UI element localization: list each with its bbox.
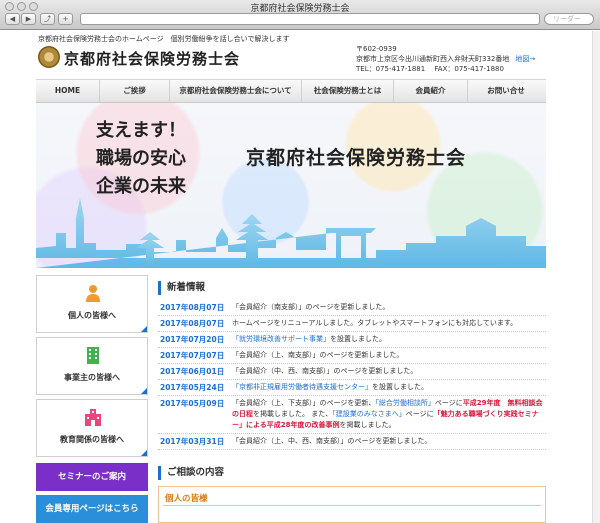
divider <box>163 505 541 506</box>
nav-members[interactable]: 会員紹介 <box>394 80 468 102</box>
hero-copy-line: 職場の安心 <box>96 148 186 169</box>
postal-code: 〒602-0939 <box>356 45 397 53</box>
news-text: 「会員紹介（中、西、南支部）」のページを更新しました。 <box>232 367 418 375</box>
news-text: 「就労環境改善サポート事業」を設置しました。 <box>232 334 546 345</box>
news-text-tail: を設置しました。 <box>330 335 386 343</box>
corner-arrow-icon <box>141 326 147 332</box>
consult-box: 個人の皆様 <box>158 486 546 523</box>
news-link[interactable]: 「京都非正規雇用労働者待遇支援センター」 <box>232 383 372 391</box>
news-text-tail: を設置しました。 <box>372 383 428 391</box>
news-date: 2017年03月31日 <box>160 437 225 446</box>
news-date: 2017年07月07日 <box>160 351 225 360</box>
news-text-part: を掲載しました。 <box>339 421 396 429</box>
consult-box-title: 個人の皆様 <box>165 494 208 504</box>
member-page-button[interactable]: 会員専用ページはこちら <box>36 495 148 523</box>
news-date: 2017年07月20日 <box>160 335 225 344</box>
main-nav: HOME ご挨拶 京都府社会保険労務士会について 社会保険労務士とは 会員紹介 … <box>36 79 546 103</box>
hero-copy-line: 支えます！ <box>96 120 186 141</box>
education-label: 教育関係の皆様へ <box>60 435 124 444</box>
browser-chrome: 京都府社会保険労務士会 ◀ ▶ ⤴ + リーダー <box>0 0 600 30</box>
corner-arrow-icon <box>141 388 147 394</box>
news-heading: 新着情報 <box>158 281 546 295</box>
reader-button[interactable]: リーダー <box>544 13 594 25</box>
new-tab-button[interactable]: + <box>58 13 73 25</box>
news-list: 2017年08月07日 「会員紹介（南支部）」のページを更新しました。 2017… <box>158 300 546 450</box>
news-item: 2017年07月07日 「会員紹介（上、南支部）」のページを更新しました。 <box>158 348 546 364</box>
site-header: 京都府社会保険労務士会のホームページ 個別労働紛争を話し合いで解決します 京都府… <box>36 30 546 80</box>
news-text: 「会員紹介（上、下支部）」のページを更新、「総合労働相談所」ページに平成29年度… <box>232 398 546 431</box>
address-text: 京都市上京区今出川通新町西入弁財天町332番地 <box>356 55 510 63</box>
news-item: 2017年03月31日 「会員紹介（上、中、西、南支部）」のページを更新しました… <box>158 434 546 450</box>
school-icon <box>85 409 101 426</box>
nav-about[interactable]: 京都府社会保険労務士会について <box>170 80 302 102</box>
news-link[interactable]: 「建設業のみなさまへ」 <box>332 410 406 418</box>
news-item: 2017年07月20日 「就労環境改善サポート事業」を設置しました。 <box>158 332 546 348</box>
news-text: 「会員紹介（上、南支部）」のページを更新しました。 <box>232 351 404 359</box>
news-date: 2017年05月09日 <box>160 399 225 408</box>
news-item: 2017年06月01日 「会員紹介（中、西、南支部）」のページを更新しました。 <box>158 364 546 380</box>
logo-icon[interactable] <box>38 46 60 68</box>
education-card[interactable]: 教育関係の皆様へ <box>36 399 148 457</box>
nav-contact[interactable]: お問い合せ <box>468 80 544 102</box>
news-date: 2017年06月01日 <box>160 367 225 376</box>
tagline: 京都府社会保険労務士会のホームページ 個別労働紛争を話し合いで解決します <box>38 35 290 43</box>
back-button[interactable]: ◀ <box>5 13 20 25</box>
phone-fax: TEL：075-417-1881 FAX：075-417-1880 <box>356 65 504 73</box>
news-text-part: 「会員紹介（上、下支部）」のページを更新、 <box>232 399 376 407</box>
news-date: 2017年08月07日 <box>160 319 225 328</box>
news-text: 「会員紹介（上、中、西、南支部）」のページを更新しました。 <box>232 437 432 445</box>
news-item: 2017年08月07日 ホームページをリニューアルしました。タブレットやスマート… <box>158 316 546 332</box>
share-button[interactable]: ⤴ <box>40 13 55 25</box>
person-icon <box>86 285 100 302</box>
employers-label: 事業主の皆様へ <box>64 373 120 382</box>
building-icon <box>87 347 99 364</box>
address-line: 京都市上京区今出川通新町西入弁財天町332番地 地図→ <box>356 54 535 64</box>
news-text-part: ページに <box>405 410 434 418</box>
news-item: 2017年05月09日 「会員紹介（上、下支部）」のページを更新、「総合労働相談… <box>158 396 546 434</box>
corner-arrow-icon <box>141 450 147 456</box>
nav-what-is-sharoushi[interactable]: 社会保険労務士とは <box>302 80 394 102</box>
news-item: 2017年08月07日 「会員紹介（南支部）」のページを更新しました。 <box>158 300 546 316</box>
consult-heading: ご相談の内容 <box>158 466 546 480</box>
nav-home[interactable]: HOME <box>36 80 100 102</box>
page-scrollbar[interactable] <box>592 31 600 523</box>
news-text-part: を掲載しました。 また、 <box>253 410 333 418</box>
news-text: 「会員紹介（南支部）」のページを更新しました。 <box>232 303 390 311</box>
individuals-card[interactable]: 個人の皆様へ <box>36 275 148 333</box>
forward-button[interactable]: ▶ <box>21 13 36 25</box>
nav-greeting[interactable]: ご挨拶 <box>100 80 170 102</box>
news-link[interactable]: 「就労環境改善サポート事業」 <box>232 335 330 343</box>
news-text-part: ページに <box>434 399 463 407</box>
address-bar[interactable] <box>80 13 540 25</box>
employers-card[interactable]: 事業主の皆様へ <box>36 337 148 395</box>
hero-title: 京都府社会保険労務士会 <box>246 147 467 169</box>
news-item: 2017年05月24日 「京都非正規雇用労働者待遇支援センター」を設置しました。 <box>158 380 546 396</box>
individuals-label: 個人の皆様へ <box>68 311 116 320</box>
news-date: 2017年05月24日 <box>160 383 225 392</box>
kyoto-skyline-illustration <box>36 198 546 268</box>
site-title[interactable]: 京都府社会保険労務士会 <box>64 48 240 69</box>
news-link[interactable]: 「総合労働相談所」 <box>375 399 435 407</box>
seminar-button[interactable]: セミナーのご案内 <box>36 463 148 491</box>
map-link[interactable]: 地図→ <box>515 55 535 63</box>
hero-banner: 支えます！ 職場の安心 企業の未来 京都府社会保険労務士会 <box>36 103 546 268</box>
news-text: 「京都非正規雇用労働者待遇支援センター」を設置しました。 <box>232 382 546 393</box>
news-date: 2017年08月07日 <box>160 303 225 312</box>
news-text: ホームページをリニューアルしました。タブレットやスマートフォンにも対応しています… <box>232 319 518 327</box>
